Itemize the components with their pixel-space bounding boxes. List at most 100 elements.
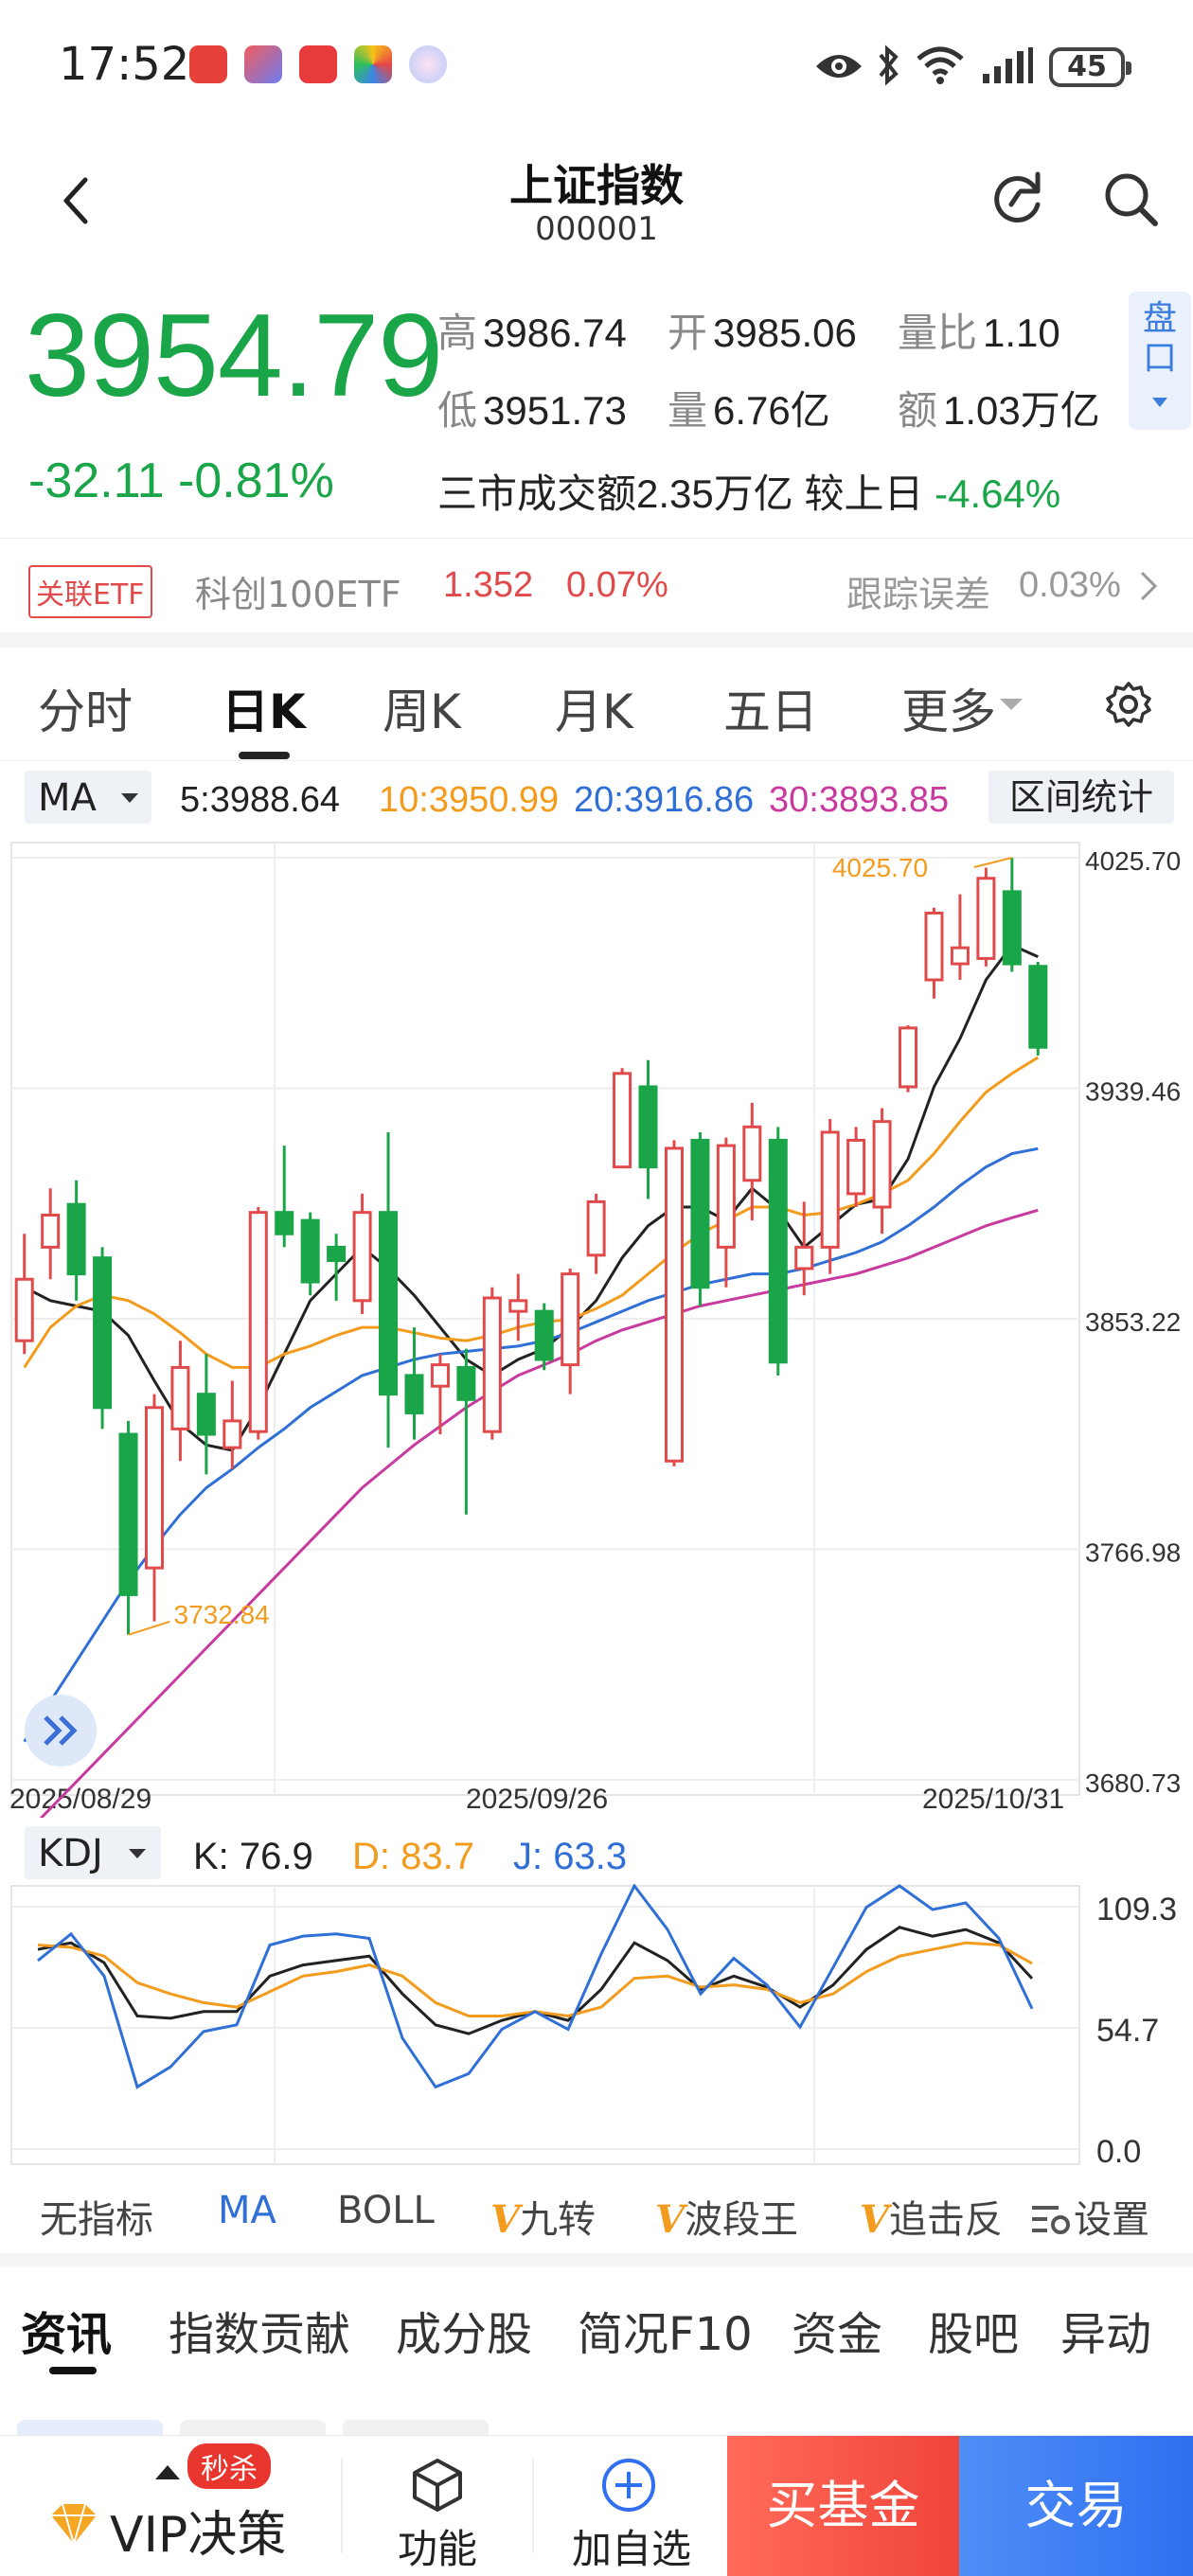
vs-prev-value: -4.64% <box>935 471 1061 516</box>
indicator-ma-label: MA <box>218 2189 276 2232</box>
ma-line-ma20 <box>23 1146 1039 1743</box>
tab-funds[interactable]: 资金 <box>792 2297 882 2363</box>
y-tick-label: 109.3 <box>1096 1892 1177 1928</box>
refresh-icon[interactable] <box>987 167 1049 229</box>
divider <box>0 632 1193 648</box>
tab-weekly-k[interactable]: 周K <box>383 674 461 742</box>
indicator-chase[interactable]: V追击反 <box>860 2189 1003 2244</box>
tab-daily-k[interactable]: 日K <box>222 674 306 742</box>
vip-label: VIP决策 <box>110 2507 287 2564</box>
status-bar: 17:52 45 <box>0 0 1193 133</box>
candle-body <box>613 1072 632 1169</box>
eye-icon <box>816 55 862 78</box>
indicator-ma[interactable]: MA <box>218 2189 276 2232</box>
vip-v-icon: V <box>490 2197 521 2242</box>
candle-body <box>768 1138 788 1364</box>
cube-icon <box>413 2459 462 2512</box>
market-turnover-value: 2.35万亿 <box>636 471 793 516</box>
vip-v-icon: V <box>860 2197 890 2242</box>
flash-sale-badge: 秒杀 <box>187 2443 271 2489</box>
ma-selector[interactable]: MA <box>25 771 151 824</box>
indicator-boll[interactable]: BOLL <box>337 2189 435 2232</box>
volume-label: 量 <box>668 388 708 433</box>
tab-f10[interactable]: 简况F10 <box>578 2297 753 2363</box>
change-percent: -0.81% <box>178 453 334 508</box>
function-button[interactable]: 功能 <box>360 2436 530 2576</box>
divider <box>532 2459 534 2553</box>
indicator-nine-turn[interactable]: V九转 <box>490 2189 596 2244</box>
indicator-none-label: 无指标 <box>40 2198 153 2242</box>
etf-name: 科创100ETF <box>195 574 401 615</box>
candle-body <box>456 1365 476 1401</box>
bluetooth-icon <box>879 44 899 86</box>
candle-body <box>327 1245 347 1262</box>
candle-body <box>638 1085 658 1169</box>
add-watchlist-label: 加自选 <box>572 2526 692 2572</box>
colorful-app-icon <box>354 45 392 83</box>
indicator-none[interactable]: 无指标 <box>40 2189 153 2244</box>
indicator-settings[interactable]: 设置 <box>1030 2189 1149 2244</box>
chevron-right-icon <box>1140 571 1158 601</box>
candle-body <box>794 1245 814 1270</box>
tab-constituents[interactable]: 成分股 <box>396 2297 532 2363</box>
add-circle-icon <box>602 2459 655 2512</box>
candle-body <box>1002 890 1022 966</box>
panko-button[interactable]: 盘口 <box>1129 292 1191 430</box>
candle-body <box>379 1211 399 1396</box>
kdj-d-value: D: 83.7 <box>352 1836 474 1877</box>
tab-forum[interactable]: 股吧 <box>928 2297 1019 2363</box>
expand-chart-button[interactable] <box>25 1695 97 1767</box>
search-icon[interactable] <box>1100 169 1161 229</box>
tab-five-day[interactable]: 五日 <box>723 674 818 742</box>
kdj-selector[interactable]: KDJ <box>25 1826 161 1879</box>
volume-ratio-value: 1.10 <box>983 311 1060 355</box>
candle-body <box>430 1363 450 1388</box>
vs-prev-label: 较上日 <box>804 471 924 516</box>
y-tick-label: 3766.98 <box>1085 1537 1181 1567</box>
top-nav-bar: 上证指数 000001 <box>0 133 1193 265</box>
high-value: 3986.74 <box>483 311 627 355</box>
amount-value: 1.03万亿 <box>943 388 1100 433</box>
tab-index-contribution[interactable]: 指数贡献 <box>169 2297 350 2363</box>
high-marker-line <box>973 857 1013 868</box>
buy-fund-button[interactable]: 买基金 <box>727 2436 959 2576</box>
kdj-chart[interactable]: 109.3 54.7 0.0 <box>0 1884 1193 2168</box>
tab-monthly-k[interactable]: 月K <box>555 674 633 742</box>
high-marker-label: 4025.70 <box>832 853 928 882</box>
etf-percent: 0.07% <box>566 565 668 605</box>
candle-body <box>1028 965 1048 1049</box>
volume-value: 6.76亿 <box>713 388 830 433</box>
caret-down-icon <box>1152 398 1167 407</box>
candle-body <box>664 1146 684 1463</box>
candle-body <box>716 1144 736 1249</box>
related-etf-row[interactable]: 关联ETF 科创100ETF 1.352 0.07% 跟踪误差 0.03% <box>0 538 1193 632</box>
tab-news[interactable]: 资讯 <box>21 2297 112 2363</box>
red-app-icon <box>299 45 337 83</box>
candlestick-chart[interactable]: 4025.70 3939.46 3853.22 3766.98 3680.73 2025/… <box>0 833 1193 1818</box>
low-label: 低 <box>437 388 478 433</box>
tab-intraday[interactable]: 分时 <box>38 674 133 742</box>
tab-more[interactable]: 更多 <box>901 674 996 742</box>
amount-label: 额 <box>898 388 938 433</box>
candle-body <box>248 1211 268 1433</box>
last-price: 3954.79 <box>25 291 443 421</box>
kdj-selector-label: KDJ <box>38 1832 103 1875</box>
volume-stat: 量 6.76亿 <box>668 379 830 436</box>
gear-icon[interactable] <box>1104 680 1153 729</box>
etf-price: 1.352 <box>443 565 534 605</box>
vip-decision-button[interactable]: 秒杀 VIP决策 <box>0 2436 341 2576</box>
open-label: 开 <box>668 311 708 355</box>
candle-body <box>482 1296 502 1433</box>
y-tick-label: 0.0 <box>1096 2134 1141 2168</box>
add-watchlist-button[interactable]: 加自选 <box>549 2436 727 2576</box>
content-placeholder <box>17 2420 163 2435</box>
candle-body <box>144 1406 164 1570</box>
trade-button[interactable]: 交易 <box>959 2436 1193 2576</box>
interval-stats-button[interactable]: 区间统计 <box>988 771 1174 824</box>
active-tab-indicator <box>239 752 290 759</box>
clock: 17:52 <box>59 38 190 91</box>
indicator-band-king[interactable]: V波段王 <box>655 2189 798 2244</box>
candle-body <box>41 1213 61 1249</box>
wifi-icon <box>917 46 964 84</box>
tab-movements[interactable]: 异动 <box>1060 2297 1151 2363</box>
